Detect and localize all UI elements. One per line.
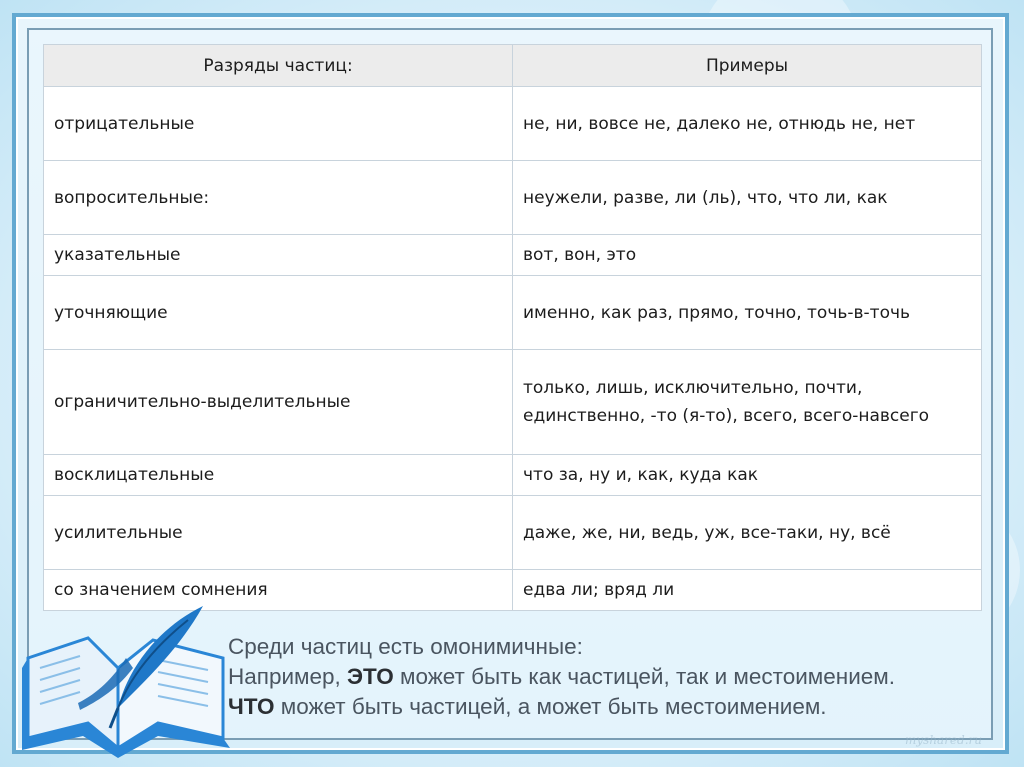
examples-cell: вот, вон, это [512,234,982,276]
category-cell: указательные [43,234,513,276]
note-line-2-suffix: может быть как частицей, так и местоимен… [393,664,896,689]
header-category: Разряды частиц: [43,44,513,87]
book-and-quill-illustration [22,606,230,758]
examples-line: только, лишь, исключительно, почти, [523,378,863,398]
category-cell: отрицательные [43,86,513,161]
table-header-row: Разряды частиц: Примеры [43,44,982,87]
category-cell: вопросительные: [43,160,513,235]
table-row: уточняющие именно, как раз, прямо, точно… [43,275,982,350]
table-row: ограничительно-выделительные только, лиш… [43,349,982,455]
category-cell: усилительные [43,495,513,570]
examples-cell: не, ни, вовсе не, далеко не, отнюдь не, … [512,86,982,161]
table-row: отрицательные не, ни, вовсе не, далеко н… [43,86,982,161]
category-cell: ограничительно-выделительные [43,349,513,455]
table-row: усилительные даже, же, ни, ведь, уж, все… [43,495,982,570]
category-cell: уточняющие [43,275,513,350]
examples-cell: неужели, разве, ли (ль), что, что ли, ка… [512,160,982,235]
note-line-2-prefix: Например, [228,664,348,689]
category-cell: восклицательные [43,454,513,496]
note-line-3: ЧТО может быть частицей, а может быть ме… [228,692,988,722]
examples-cell: что за, ну и, как, куда как [512,454,982,496]
table-row: вопросительные: неужели, разве, ли (ль),… [43,160,982,235]
watermark: myshared.ru [905,733,982,747]
note-eto-bold: ЭТО [347,664,394,689]
particles-table: Разряды частиц: Примеры отрицательные не… [43,44,982,611]
note-line-1: Среди частиц есть омонимичные: [228,634,583,659]
examples-cell: только, лишь, исключительно, почти, един… [512,349,982,455]
header-examples: Примеры [512,44,982,87]
table-row: восклицательные что за, ну и, как, куда … [43,454,982,496]
note-line-3-suffix: может быть частицей, а может быть местои… [274,694,827,719]
note-chto-bold: ЧТО [228,694,275,719]
table-row: указательные вот, вон, это [43,234,982,276]
examples-cell: едва ли; вряд ли [512,569,982,611]
homonym-note: Среди частиц есть омонимичные: Например,… [228,632,988,722]
note-line-2: Например, ЭТО может быть как частицей, т… [228,662,988,692]
examples-cell: именно, как раз, прямо, точно, точь-в-то… [512,275,982,350]
examples-line: единственно, -то (я-то), всего, всего-на… [523,406,930,426]
examples-cell: даже, же, ни, ведь, уж, все-таки, ну, вс… [512,495,982,570]
